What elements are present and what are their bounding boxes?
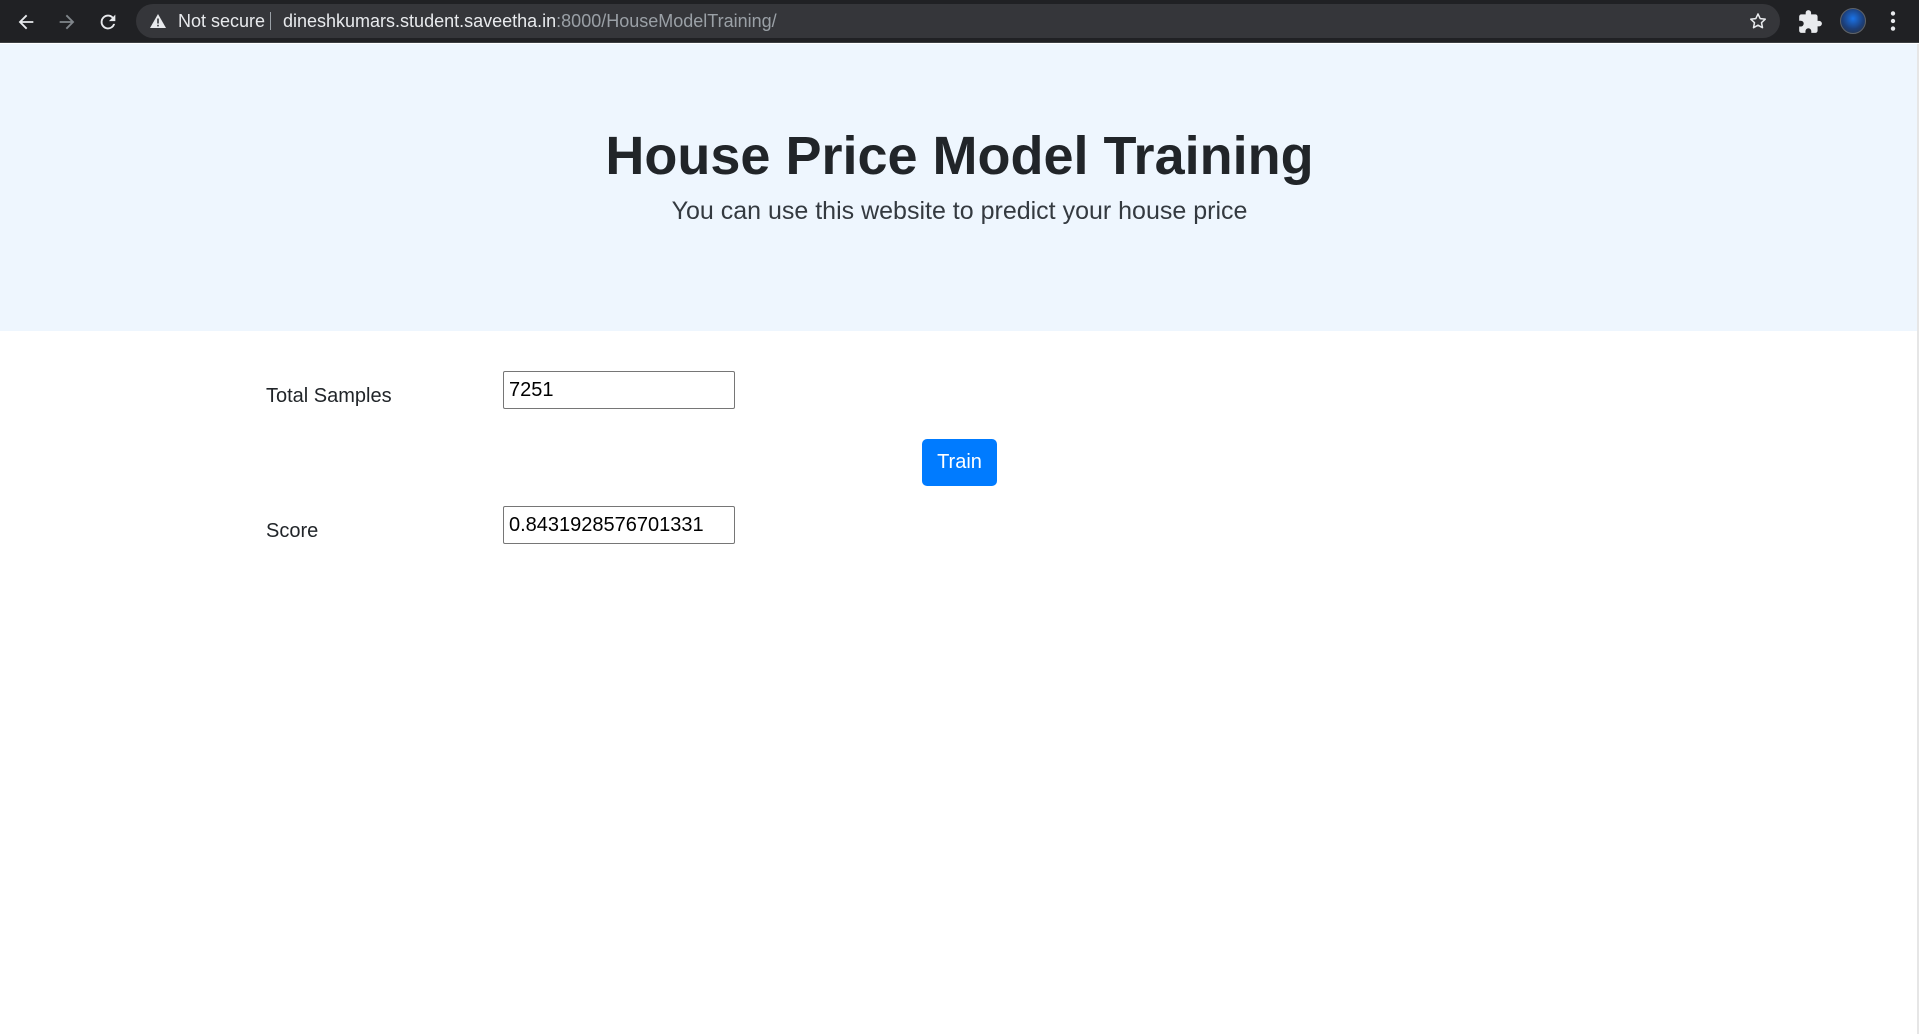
page-title: House Price Model Training	[605, 126, 1314, 186]
score-label: Score	[266, 520, 319, 542]
hero-banner: House Price Model Training You can use t…	[0, 44, 1919, 331]
browser-toolbar: Not secure dineshkumars.student.saveetha…	[0, 0, 1919, 43]
omnibox-divider	[270, 12, 271, 30]
score-input[interactable]	[503, 506, 735, 544]
bookmark-star-icon[interactable]	[1748, 11, 1768, 31]
arrow-right-icon	[59, 14, 75, 30]
forward-button[interactable]	[52, 7, 82, 37]
reload-button[interactable]	[93, 7, 123, 37]
url-text[interactable]: dineshkumars.student.saveetha.in:8000/Ho…	[283, 4, 777, 38]
url-path: :8000/HouseModelTraining/	[556, 11, 777, 31]
reload-icon	[100, 14, 116, 30]
warning-icon[interactable]	[150, 14, 166, 28]
extensions-puzzle-icon[interactable]	[1797, 9, 1823, 35]
profile-avatar[interactable]	[1840, 8, 1866, 34]
arrow-left-icon	[18, 14, 34, 30]
back-button[interactable]	[11, 7, 41, 37]
address-bar[interactable]: Not secure dineshkumars.student.saveetha…	[136, 4, 1780, 38]
total-samples-label: Total Samples	[266, 385, 392, 407]
total-samples-input[interactable]	[503, 371, 735, 409]
more-vertical-icon[interactable]	[1880, 8, 1906, 34]
train-button[interactable]: Train	[922, 439, 997, 486]
page-subtitle: You can use this website to predict your…	[671, 197, 1248, 225]
security-status[interactable]: Not secure	[178, 4, 265, 38]
url-host: dineshkumars.student.saveetha.in	[283, 11, 557, 31]
